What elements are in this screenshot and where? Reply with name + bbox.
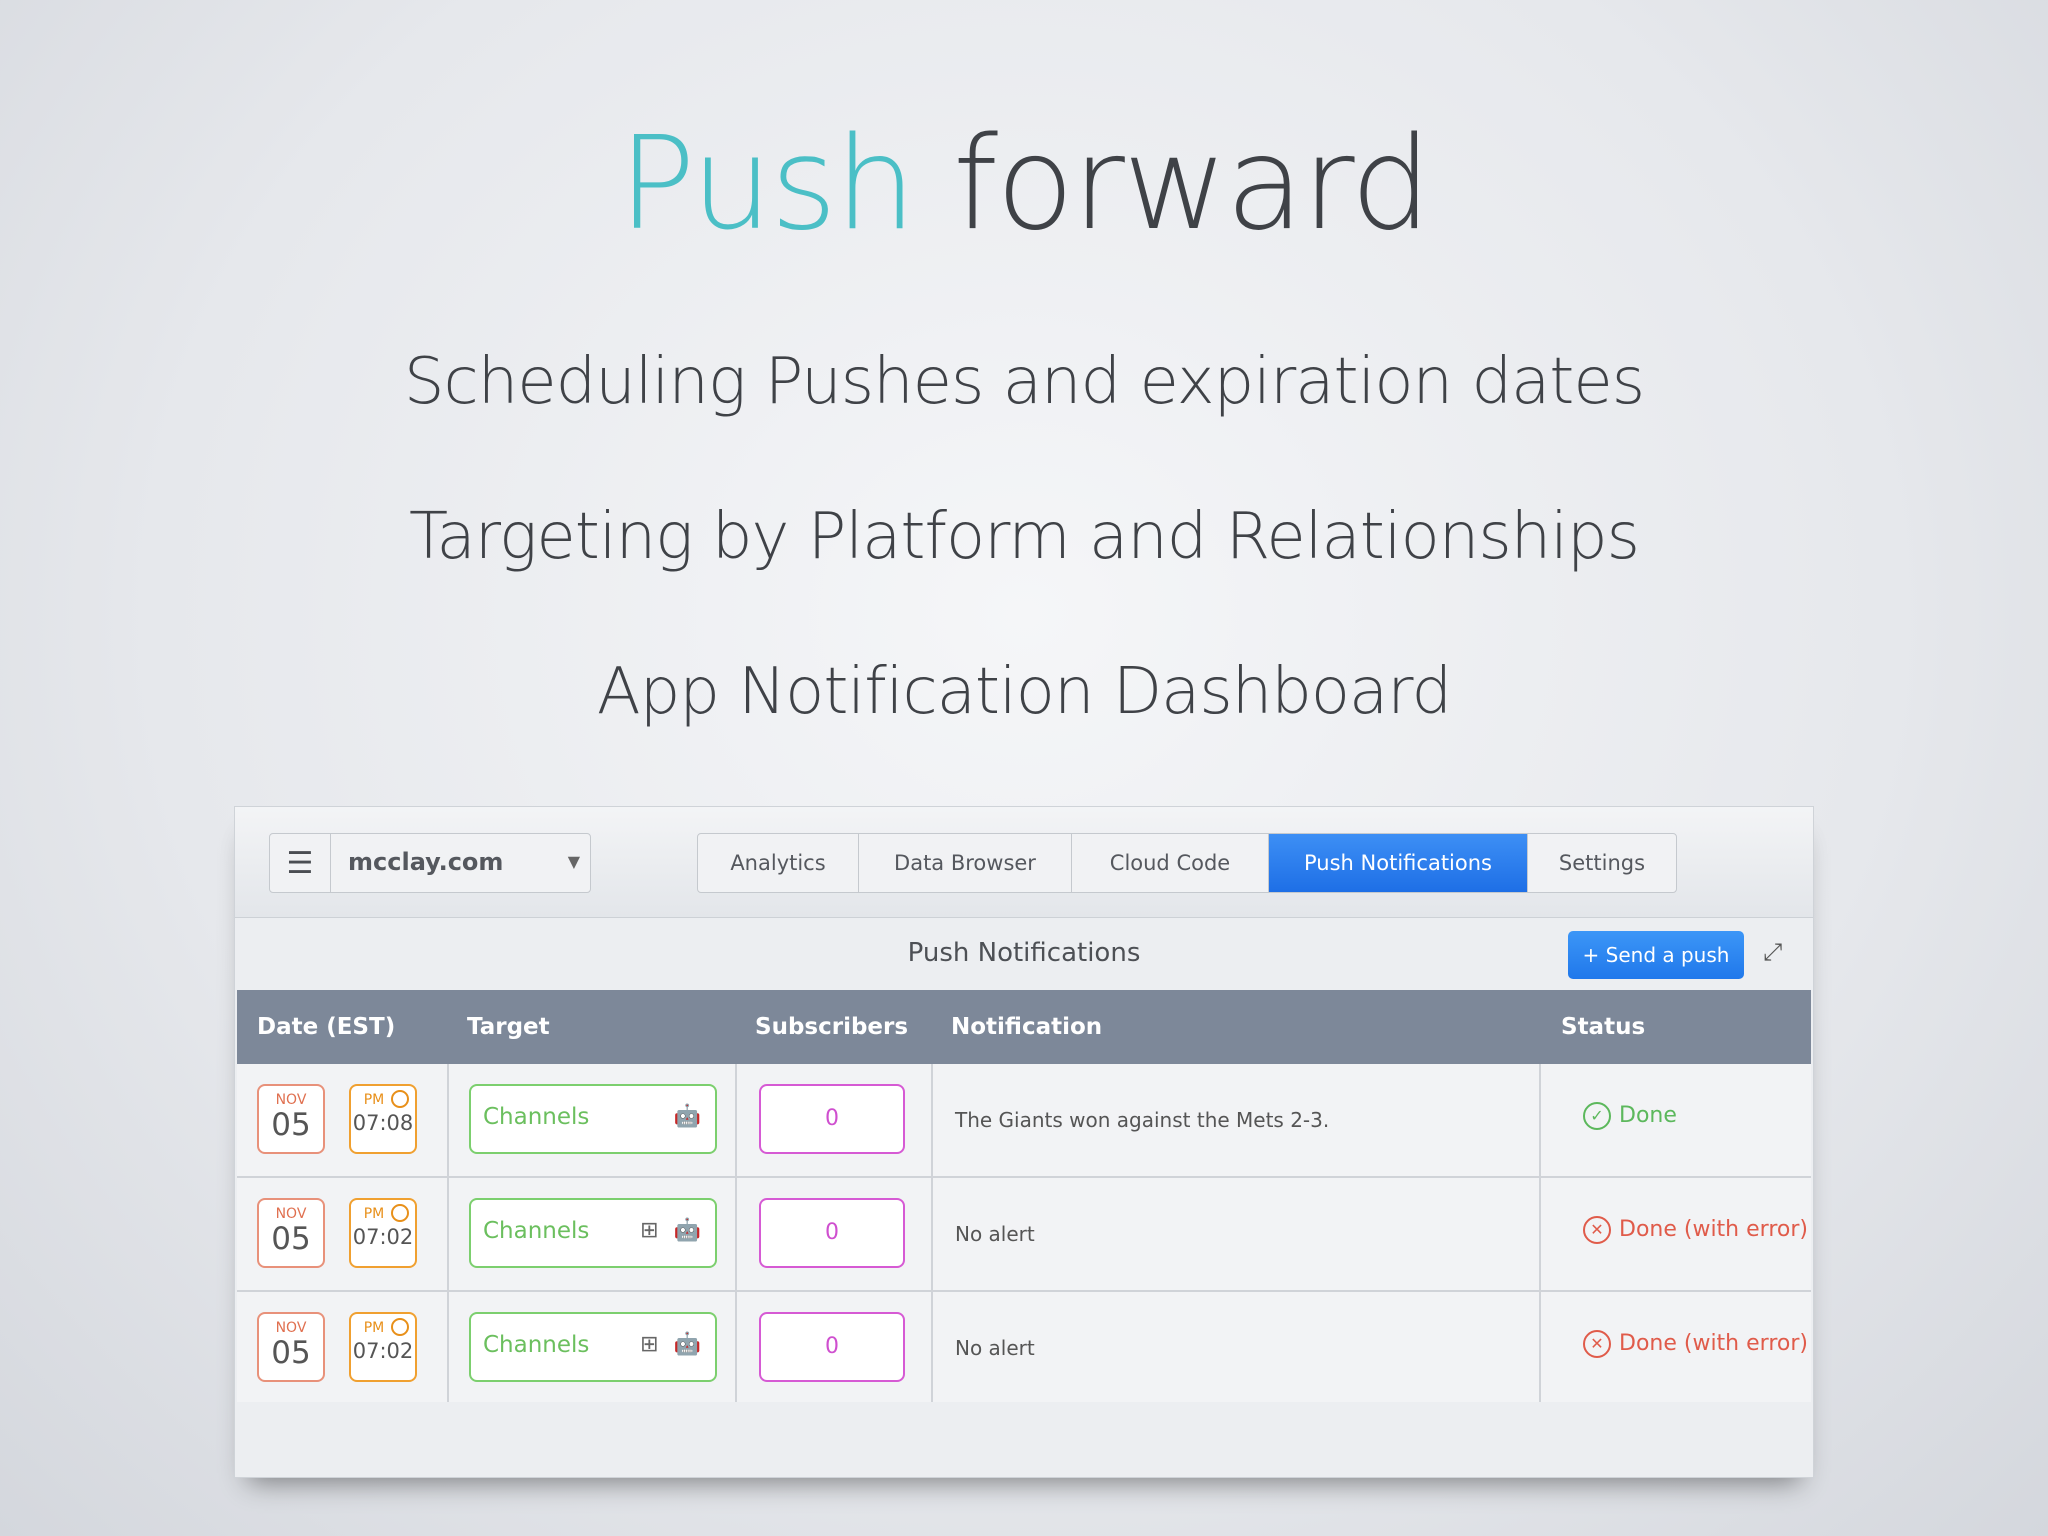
table-row[interactable]: NOV 05 PM 07:02 Channels ⊞ 🤖 0 No alert … [237, 1178, 1811, 1292]
bullet-scheduling: Scheduling Pushes and expiration dates [403, 345, 1645, 419]
table-row[interactable]: NOV 05 PM 07:08 Channels 🤖 0 The Giants … [237, 1064, 1811, 1178]
subscriber-count: 0 [759, 1084, 905, 1154]
target-channels[interactable]: Channels ⊞ 🤖 [469, 1312, 717, 1382]
check-circle-icon: ✓ [1583, 1102, 1611, 1130]
target-channels[interactable]: Channels ⊞ 🤖 [469, 1198, 717, 1268]
expand-icon[interactable]: ⤢ [1763, 938, 1782, 966]
time-badge: PM 07:02 [349, 1312, 417, 1382]
platform-icons: ⊞ 🤖 [640, 1218, 705, 1243]
section-bar: Push Notifications + Send a push ⤢ [235, 918, 1813, 990]
bullet-dashboard: App Notification Dashboard [596, 655, 1452, 729]
tab-push-notifications[interactable]: Push Notifications [1269, 834, 1528, 892]
menu-icon[interactable]: ☰ [270, 834, 331, 892]
dashboard-screenshot: ☰ mcclay.com ▼ Analytics Data Browser Cl… [234, 806, 1814, 1478]
notification-text: No alert [955, 1336, 1035, 1360]
app-name: mcclay.com [348, 848, 504, 876]
date-badge: NOV 05 [257, 1198, 325, 1268]
tab-settings[interactable]: Settings [1528, 834, 1676, 892]
notification-text: The Giants won against the Mets 2-3. [955, 1108, 1330, 1132]
date-badge: NOV 05 [257, 1084, 325, 1154]
clock-icon [391, 1318, 409, 1336]
send-push-button[interactable]: + Send a push [1568, 931, 1744, 979]
subscriber-count: 0 [759, 1312, 905, 1382]
time-badge: PM 07:02 [349, 1198, 417, 1268]
title-accent: Push [618, 110, 916, 259]
subscriber-count: 0 [759, 1198, 905, 1268]
notification-text: No alert [955, 1222, 1035, 1246]
status-badge: ✓ Done [1583, 1102, 1677, 1130]
error-circle-icon: ✕ [1583, 1330, 1611, 1358]
date-badge: NOV 05 [257, 1312, 325, 1382]
platform-icons: ⊞ 🤖 [640, 1332, 705, 1357]
header-status: Status [1561, 1014, 1646, 1040]
status-badge: ✕ Done (with error) [1583, 1330, 1808, 1358]
clock-icon [391, 1090, 409, 1108]
tab-cloud-code[interactable]: Cloud Code [1072, 834, 1269, 892]
time-badge: PM 07:08 [349, 1084, 417, 1154]
table-row[interactable]: NOV 05 PM 07:02 Channels ⊞ 🤖 0 No alert … [237, 1292, 1811, 1406]
table-header: Date (EST) Target Subscribers Notificati… [237, 990, 1811, 1064]
clock-icon [391, 1204, 409, 1222]
table-footer [237, 1402, 1811, 1475]
error-circle-icon: ✕ [1583, 1216, 1611, 1244]
app-selector[interactable]: ☰ mcclay.com ▼ [269, 833, 591, 893]
nav-tabs: Analytics Data Browser Cloud Code Push N… [697, 833, 1677, 893]
header-subscribers: Subscribers [755, 1014, 909, 1040]
header-date: Date (EST) [257, 1014, 396, 1040]
android-icon: 🤖 [673, 1104, 705, 1129]
tab-data-browser[interactable]: Data Browser [859, 834, 1072, 892]
header-target: Target [467, 1014, 550, 1040]
slide-title: Push forward [0, 110, 2048, 260]
chevron-down-icon: ▼ [567, 852, 580, 871]
header-notification: Notification [951, 1014, 1103, 1040]
status-badge: ✕ Done (with error) [1583, 1216, 1808, 1244]
target-channels[interactable]: Channels 🤖 [469, 1084, 717, 1154]
title-rest: forward [952, 110, 1432, 259]
tab-analytics[interactable]: Analytics [698, 834, 859, 892]
bullet-targeting: Targeting by Platform and Relationships [409, 500, 1640, 574]
top-bar: ☰ mcclay.com ▼ Analytics Data Browser Cl… [235, 807, 1813, 918]
